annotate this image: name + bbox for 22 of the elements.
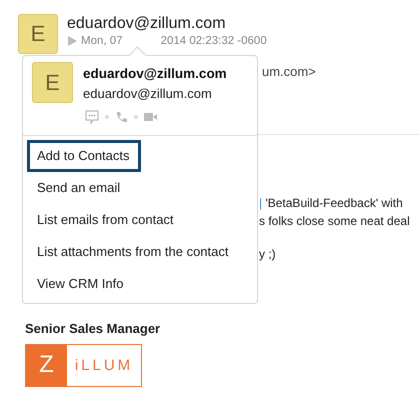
menu-item[interactable]: List emails from contact — [27, 204, 185, 236]
contact-name: eduardov@zillum.com — [83, 66, 227, 81]
menu-item[interactable]: View CRM Info — [27, 268, 134, 300]
avatar: E — [32, 62, 73, 103]
date-text: 2014 02:23:32 -0600 — [160, 35, 267, 47]
message-text: s folks close some neat deal — [259, 212, 411, 229]
sender-email: eduardov@zillum.com — [67, 15, 227, 33]
contact-email: eduardov@zillum.com — [83, 86, 213, 101]
company-logo: Z iLLUM — [25, 344, 142, 386]
phone-icon[interactable] — [115, 110, 128, 124]
chat-icon[interactable] — [85, 110, 99, 124]
avatar: E — [18, 14, 58, 54]
signature-text: Senior Sales Manager — [25, 320, 160, 336]
menu-item[interactable]: Add to Contacts — [27, 140, 140, 172]
menu-item[interactable]: Send an email — [27, 172, 132, 204]
triangle-icon — [67, 36, 77, 46]
message-text: | 'BetaBuild-Feedback' with — [259, 195, 404, 212]
recipient-text: um.com> — [262, 64, 316, 79]
date-text: Mon, 07 — [81, 35, 123, 47]
message-text: y ;) — [259, 246, 277, 262]
menu-item[interactable]: List attachments from the contact — [27, 236, 240, 268]
video-camera-icon[interactable] — [144, 112, 158, 122]
